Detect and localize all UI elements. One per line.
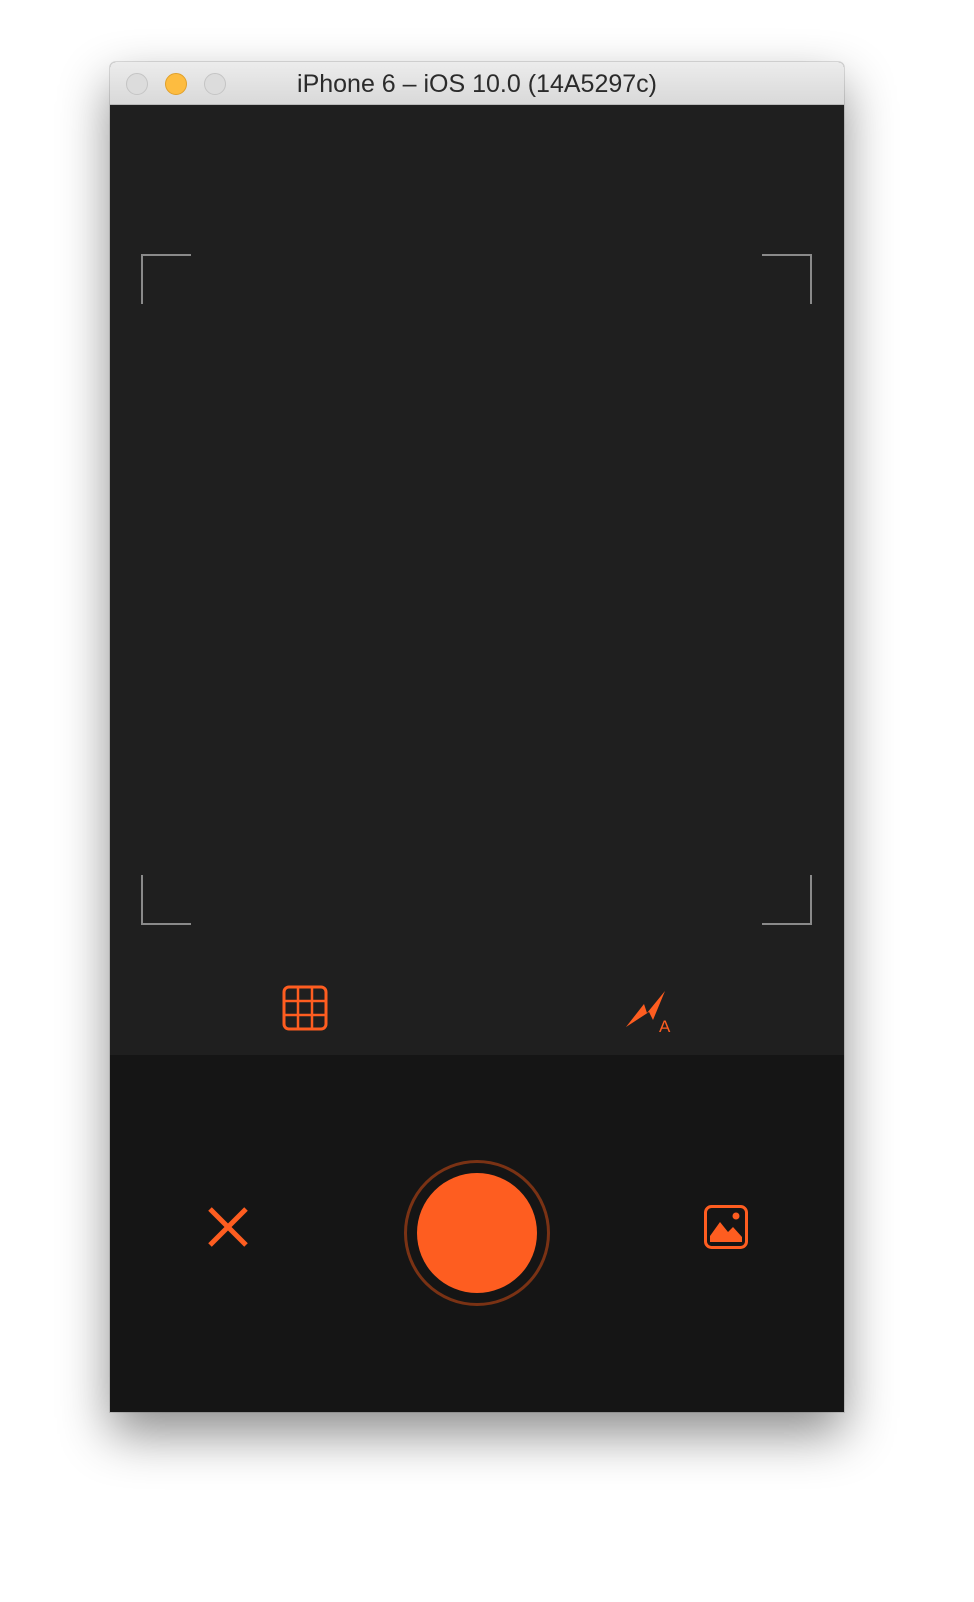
- window-title: iPhone 6 – iOS 10.0 (14A5297c): [297, 70, 657, 98]
- camera-viewfinder: A: [110, 105, 844, 1055]
- shutter-button-core: [417, 1173, 537, 1293]
- window-titlebar: iPhone 6 – iOS 10.0 (14A5297c): [110, 62, 844, 105]
- cancel-button[interactable]: [206, 1205, 250, 1249]
- frame-guide-bottom-left: [141, 875, 191, 925]
- simulator-window: iPhone 6 – iOS 10.0 (14A5297c) A: [110, 62, 844, 1412]
- flash-mode-letter: A: [659, 1017, 671, 1034]
- frame-guide-bottom-right: [762, 875, 812, 925]
- close-icon: [208, 1207, 248, 1247]
- frame-guide-top-left: [141, 254, 191, 304]
- flash-auto-icon: A: [626, 991, 671, 1036]
- photo-library-icon: [704, 1205, 748, 1249]
- camera-controls-bar: [110, 1055, 844, 1412]
- grid-icon: [282, 985, 328, 1031]
- shutter-button[interactable]: [404, 1160, 550, 1306]
- grid-toggle-button[interactable]: [281, 984, 329, 1032]
- flash-mode-button[interactable]: A: [624, 984, 674, 1036]
- frame-guide-top-right: [762, 254, 812, 304]
- photo-library-button[interactable]: [703, 1204, 749, 1250]
